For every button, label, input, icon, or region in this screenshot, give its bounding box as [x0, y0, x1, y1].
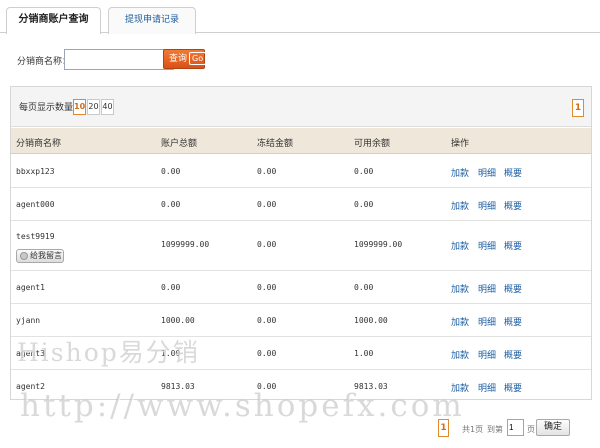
tab-withdraw-records[interactable]: 提现申请记录 — [108, 7, 196, 34]
details-link[interactable]: 明细 — [478, 348, 496, 361]
per-page-10[interactable]: 10 — [73, 99, 86, 115]
distributor-name-input[interactable] — [64, 49, 174, 70]
cell-available: 0.00 — [354, 200, 374, 209]
col-header-name: 分销商名称 — [16, 139, 62, 149]
col-header-available: 可用余额 — [354, 139, 391, 149]
pager-current-page[interactable]: 1 — [438, 419, 449, 437]
cell-frozen: 0.00 — [257, 240, 277, 249]
message-icon — [20, 252, 28, 260]
cell-available: 1000.00 — [354, 316, 388, 325]
table-row: bbxxp123 0.00 0.00 0.00 加款 明细 概要 — [11, 155, 591, 188]
cell-total: 0.00 — [161, 283, 181, 292]
cell-total: 1099999.00 — [161, 240, 210, 249]
cell-total: 0.00 — [161, 200, 181, 209]
search-button-label: 查询 — [169, 54, 188, 64]
details-link[interactable]: 明细 — [478, 239, 496, 252]
details-link[interactable]: 明细 — [478, 381, 496, 394]
summary-link[interactable]: 概要 — [504, 239, 522, 252]
pager-total-text: 共1页 — [462, 425, 484, 434]
summary-link[interactable]: 概要 — [504, 315, 522, 328]
pager-goto-label: 到第 — [487, 425, 503, 434]
cell-frozen: 0.00 — [257, 349, 277, 358]
summary-link[interactable]: 概要 — [504, 348, 522, 361]
add-funds-link[interactable]: 加款 — [451, 199, 469, 212]
table-row: agent1 0.00 0.00 0.00 加款 明细 概要 — [11, 271, 591, 304]
leave-message-button[interactable]: 给我留言 — [16, 249, 64, 263]
search-label: 分销商名称： — [17, 57, 72, 67]
cell-total: 1000.00 — [161, 316, 195, 325]
details-link[interactable]: 明细 — [478, 315, 496, 328]
add-funds-link[interactable]: 加款 — [451, 282, 469, 295]
cell-available: 1.00 — [354, 349, 374, 358]
watermark-brand: Hishop易分销 — [17, 338, 200, 367]
cell-name: test9919 — [16, 232, 55, 241]
current-page-indicator[interactable]: 1 — [572, 99, 584, 117]
details-link[interactable]: 明细 — [478, 199, 496, 212]
col-header-total: 账户总额 — [161, 139, 198, 149]
summary-link[interactable]: 概要 — [504, 381, 522, 394]
table-row: agent000 0.00 0.00 0.00 加款 明细 概要 — [11, 188, 591, 221]
summary-link[interactable]: 概要 — [504, 166, 522, 179]
col-header-actions: 操作 — [451, 139, 470, 149]
cell-name: agent000 — [16, 200, 55, 209]
cell-available: 0.00 — [354, 283, 374, 292]
add-funds-link[interactable]: 加款 — [451, 166, 469, 179]
summary-link[interactable]: 概要 — [504, 282, 522, 295]
cell-frozen: 0.00 — [257, 167, 277, 176]
tab-account-query[interactable]: 分销商账户查询 — [6, 7, 101, 34]
col-header-frozen: 冻结金额 — [257, 139, 294, 149]
cell-total: 0.00 — [161, 167, 181, 176]
tab-bar: 分销商账户查询 提现申请记录 — [0, 0, 600, 34]
details-link[interactable]: 明细 — [478, 282, 496, 295]
add-funds-link[interactable]: 加款 — [451, 315, 469, 328]
go-icon: Go — [189, 52, 207, 65]
cell-frozen: 0.00 — [257, 283, 277, 292]
summary-link[interactable]: 概要 — [504, 199, 522, 212]
pager-confirm-button[interactable]: 确定 — [536, 419, 570, 436]
watermark-url: http://www.shopefx.com — [20, 388, 465, 424]
details-link[interactable]: 明细 — [478, 166, 496, 179]
panel-toolbar: 每页显示数量： 10 20 40 1 — [11, 87, 591, 127]
pager-unit-label: 页 — [527, 425, 535, 434]
add-funds-link[interactable]: 加款 — [451, 348, 469, 361]
table-row: test9919 给我留言 1099999.00 0.00 1099999.00… — [11, 221, 591, 271]
per-page-20[interactable]: 20 — [87, 99, 100, 115]
pager-page-input[interactable] — [507, 419, 524, 436]
table-header: 分销商名称 账户总额 冻结金额 可用余额 操作 — [11, 128, 591, 154]
cell-frozen: 0.00 — [257, 316, 277, 325]
cell-frozen: 0.00 — [257, 200, 277, 209]
cell-name: agent1 — [16, 283, 45, 292]
add-funds-link[interactable]: 加款 — [451, 239, 469, 252]
leave-message-label: 给我留言 — [30, 251, 62, 260]
cell-available: 0.00 — [354, 167, 374, 176]
cell-available: 1099999.00 — [354, 240, 403, 249]
search-button[interactable]: 查询 Go — [163, 49, 207, 69]
per-page-40[interactable]: 40 — [101, 99, 114, 115]
cell-name: bbxxp123 — [16, 167, 55, 176]
cell-name: yjann — [16, 316, 41, 325]
